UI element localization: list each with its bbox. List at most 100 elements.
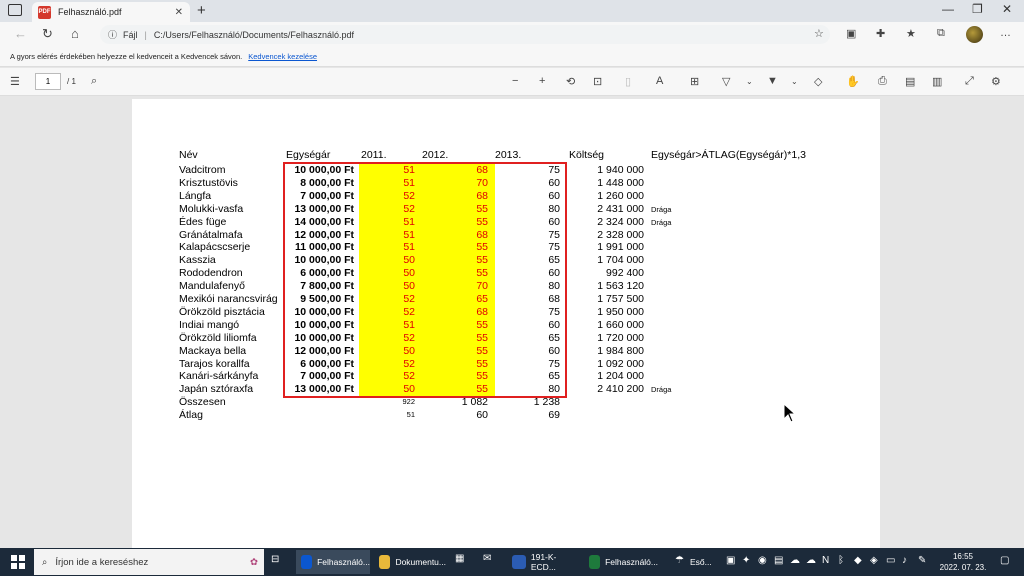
- cell-2011: 52: [403, 293, 415, 305]
- profile-avatar[interactable]: [966, 26, 983, 43]
- refresh-icon[interactable]: ↻: [42, 26, 53, 42]
- address-input[interactable]: ⓘ Fájl | C:/Users/Felhasználó/Documents/…: [100, 25, 830, 44]
- cell-2013: 60: [548, 318, 560, 331]
- cell-2013: 75: [548, 241, 560, 254]
- mail-icon[interactable]: ✉: [483, 553, 491, 564]
- eraser-icon[interactable]: ◇: [814, 75, 822, 88]
- cell-name: Indiai mangó: [179, 318, 240, 331]
- puzzle-icon[interactable]: ✚: [876, 27, 885, 40]
- taskbar-edge[interactable]: Felhasználó...: [296, 550, 370, 574]
- cell-2012: 55: [476, 357, 488, 370]
- total-label: Összesen: [179, 396, 226, 409]
- cell-name: Krisztustövis: [179, 176, 238, 189]
- cell-cost: 1 204 000: [597, 370, 644, 383]
- cell-2012: 68: [476, 305, 488, 318]
- cell-2013: 80: [548, 383, 560, 396]
- save-as-icon[interactable]: ▥: [932, 75, 942, 88]
- close-tab-icon[interactable]: ✕: [175, 7, 183, 18]
- cell-price: 10 000,00 Ft: [294, 254, 354, 267]
- page-view-icon[interactable]: ▯: [625, 75, 631, 88]
- draw-dropdown-icon[interactable]: ⌄: [791, 77, 798, 86]
- cloud-icon[interactable]: ☁: [790, 555, 800, 566]
- zoom-out-icon[interactable]: −: [512, 75, 518, 87]
- extension-icon[interactable]: ▣: [846, 27, 856, 40]
- more-options-icon[interactable]: …: [1000, 27, 1011, 39]
- cell-2011: 50: [403, 267, 415, 280]
- security-icon[interactable]: ◈: [870, 555, 878, 566]
- cell-2013: 60: [548, 344, 560, 357]
- cell-name: Rododendron: [179, 267, 243, 280]
- pdf-icon: PDF: [38, 5, 51, 19]
- close-window-icon[interactable]: ✕: [1002, 2, 1012, 16]
- touch-icon[interactable]: ✋: [846, 75, 860, 88]
- read-aloud-icon[interactable]: A: [656, 75, 663, 87]
- fullscreen-icon[interactable]: ⤢: [965, 75, 974, 88]
- notifications-icon[interactable]: ▢: [1000, 555, 1009, 566]
- cell-cost: 2 324 000: [597, 215, 644, 228]
- search-icon: ⌕: [42, 556, 48, 568]
- cell-2012: 55: [476, 202, 488, 215]
- display-icon[interactable]: ▭: [886, 555, 895, 566]
- cell-2012: 55: [476, 331, 488, 344]
- pdf-viewer[interactable]: Név Egységár 2011. 2012. 2013. Költség Egységá…: [0, 96, 1024, 559]
- cell-name: Lángfa: [179, 189, 212, 202]
- shield-icon[interactable]: ◆: [854, 555, 862, 566]
- tray-app-icon-1[interactable]: ▣: [726, 555, 735, 566]
- onedrive-icon[interactable]: ☁: [806, 555, 816, 566]
- cell-2012: 70: [476, 176, 488, 189]
- weather-label: Eső...: [690, 557, 712, 567]
- tray-app-icon-4[interactable]: ▤: [774, 555, 783, 566]
- favorites-icon[interactable]: ★: [906, 27, 916, 40]
- weather-icon[interactable]: ☂: [675, 555, 684, 566]
- column-header: Költség: [569, 149, 605, 161]
- rotate-icon[interactable]: ⟲: [566, 75, 575, 88]
- tray-app-icon-3[interactable]: ◉: [758, 555, 767, 566]
- bluetooth-icon[interactable]: ᛒ: [838, 555, 844, 566]
- task-view-icon[interactable]: ⊟: [271, 554, 279, 565]
- taskbar-explorer[interactable]: Dokumentu...: [374, 550, 446, 574]
- cell-price: 8 000,00 Ft: [300, 176, 354, 189]
- cell-2013: 80: [548, 280, 560, 293]
- cell-name: Japán sztóraxfa: [179, 383, 254, 396]
- new-tab-button[interactable]: +: [197, 2, 206, 19]
- restore-icon[interactable]: ❐: [972, 2, 983, 16]
- manage-favorites-link[interactable]: Kedvencek kezelése: [248, 52, 317, 61]
- page-count: / 1: [67, 77, 76, 86]
- cell-name: Tarajos korallfa: [179, 357, 250, 370]
- tray-app-icon-2[interactable]: ✦: [742, 555, 750, 566]
- fit-page-icon[interactable]: ⊡: [593, 75, 602, 88]
- collections-icon[interactable]: ⧉: [937, 27, 945, 40]
- settings-gear-icon[interactable]: ⚙: [991, 75, 1001, 88]
- clock[interactable]: 16:55 2022. 07. 23.: [938, 551, 988, 573]
- home-icon[interactable]: ⌂: [71, 26, 79, 41]
- pen-icon[interactable]: ✎: [918, 555, 926, 566]
- page-number-input[interactable]: 1: [35, 73, 61, 90]
- taskbar-item-label: Felhasználó...: [317, 557, 370, 567]
- minimize-icon[interactable]: —: [942, 2, 954, 16]
- tab-actions-icon[interactable]: [8, 4, 22, 16]
- windows-start-icon[interactable]: [11, 555, 25, 569]
- taskbar-search-input[interactable]: ⌕ Írjon ide a kereséshez ✿: [34, 549, 264, 575]
- pdf-toolbar: ☰ 1 / 1 ⌕ − + ⟲ ⊡ ▯ A ⊞ ▽ ⌄ ▼ ⌄ ◇ ✋ ⎙ ▤ …: [0, 68, 1024, 96]
- cell-name: Kanári-sárkányfa: [179, 370, 259, 383]
- text-box-icon[interactable]: ⊞: [690, 75, 699, 88]
- cell-2012: 55: [476, 318, 488, 331]
- search-icon[interactable]: ⌕: [91, 75, 97, 88]
- add-favorite-icon[interactable]: ☆: [814, 27, 824, 40]
- taskbar-excel[interactable]: Felhasználó...: [584, 550, 658, 574]
- store-icon[interactable]: ▦: [455, 553, 464, 564]
- zoom-in-icon[interactable]: +: [539, 75, 545, 87]
- save-icon[interactable]: ▤: [905, 75, 915, 88]
- cell-2013: 60: [548, 176, 560, 189]
- tab-active[interactable]: PDF Felhasználó.pdf ✕: [32, 2, 190, 22]
- highlight-dropdown-icon[interactable]: ⌄: [746, 77, 753, 86]
- onenote-icon[interactable]: N: [822, 555, 829, 566]
- volume-icon[interactable]: ♪: [902, 555, 907, 566]
- draw-icon[interactable]: ▼: [767, 75, 778, 87]
- back-icon[interactable]: ←: [14, 26, 27, 41]
- contents-icon[interactable]: ☰: [10, 75, 20, 88]
- highlight-icon[interactable]: ▽: [722, 75, 730, 88]
- taskbar-word[interactable]: 191-K-ECD...: [507, 550, 581, 574]
- print-icon[interactable]: ⎙: [878, 75, 887, 88]
- cell-cost: 1 950 000: [597, 305, 644, 318]
